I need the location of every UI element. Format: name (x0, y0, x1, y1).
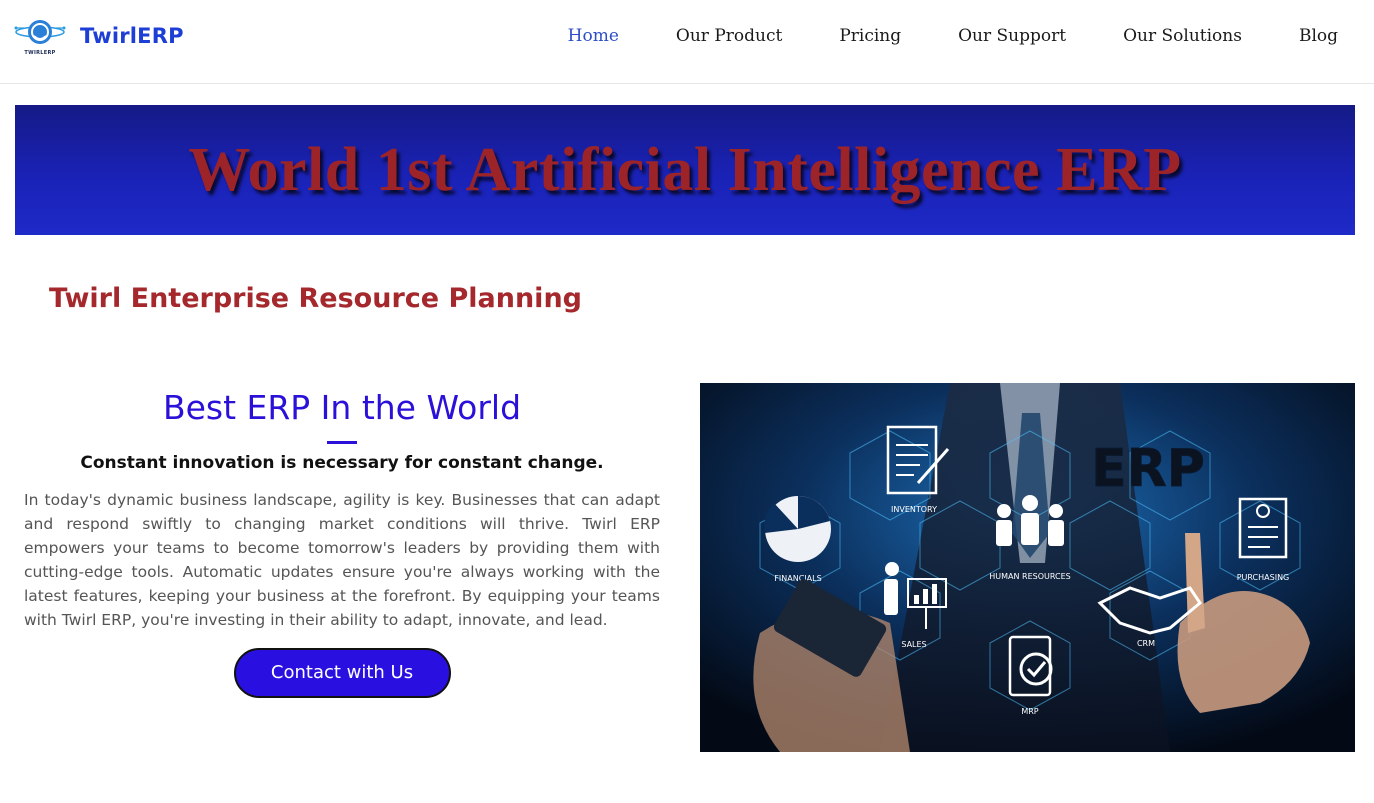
logo-caption: TWIRLERP (24, 50, 56, 56)
content-heading: Best ERP In the World (162, 388, 522, 427)
contact-button[interactable]: Contact with Us (233, 648, 451, 698)
module-label-sales: SALES (901, 640, 926, 649)
content-tagline: Constant innovation is necessary for con… (80, 453, 604, 473)
nav-item-blog[interactable]: Blog (1299, 26, 1338, 46)
nav-item-our-solutions[interactable]: Our Solutions (1123, 26, 1242, 46)
module-label-inventory: INVENTORY (891, 505, 937, 514)
site-header: TWIRLERP TwirlERP Home Our Product Prici… (0, 0, 1374, 84)
cta-wrapper: Contact with Us (24, 648, 660, 698)
nav-item-pricing[interactable]: Pricing (839, 26, 901, 46)
module-label-mrp: MRP (1021, 707, 1038, 716)
banner-headline: World 1st Artificial Intelligence ERP (188, 135, 1182, 204)
brand-name[interactable]: TwirlERP (80, 24, 184, 48)
module-label-human-resources: HUMAN RESOURCES (989, 572, 1071, 581)
module-label-crm: CRM (1137, 639, 1155, 648)
erp-hero-image: ERP FINANCIALS INVENTORY HUMAN RESOURCES (700, 383, 1355, 752)
nav-item-our-product[interactable]: Our Product (676, 26, 782, 46)
intro-content: Best ERP In the World Constant innovatio… (24, 388, 660, 698)
heading-divider (327, 441, 357, 444)
module-label-purchasing: PURCHASING (1237, 573, 1290, 582)
hero-banner: World 1st Artificial Intelligence ERP (15, 105, 1355, 235)
erp-title: ERP (1091, 439, 1205, 499)
main-nav: Home Our Product Pricing Our Support Our… (511, 26, 1338, 46)
section-title: Twirl Enterprise Resource Planning (49, 283, 582, 314)
nav-item-home[interactable]: Home (568, 26, 619, 46)
module-label-financials: FINANCIALS (774, 574, 821, 583)
content-body: In today's dynamic business landscape, a… (24, 491, 660, 629)
nav-item-our-support[interactable]: Our Support (958, 26, 1066, 46)
